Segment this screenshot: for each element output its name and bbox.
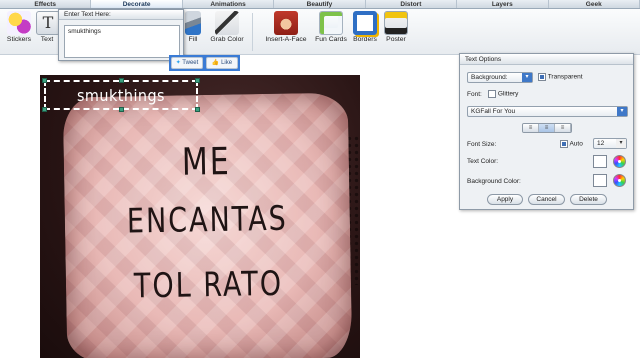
like-label: Like: [221, 60, 233, 66]
insert-a-face-tool[interactable]: Insert-A-Face: [263, 11, 309, 43]
fun-cards-label: Fun Cards: [315, 36, 347, 43]
glittery-checkbox[interactable]: [488, 90, 496, 98]
glittery-option[interactable]: Glittery: [488, 90, 518, 98]
background-select-value: Background:: [471, 74, 508, 81]
stickers-icon: [7, 11, 31, 35]
poster-label: Poster: [386, 36, 406, 43]
text-options-panel: Text Options Background: ▾ Transparent F…: [459, 53, 634, 210]
background-select[interactable]: Background: ▾: [467, 72, 533, 83]
text-icon: T: [36, 11, 60, 35]
paint-bucket-icon: [185, 11, 201, 35]
frame-border-icon: [353, 11, 377, 35]
eyedropper-icon: [215, 11, 239, 35]
font-select[interactable]: KGFall For You ▾: [467, 106, 628, 117]
tab-effects[interactable]: Effects: [0, 0, 92, 8]
transparent-checkbox[interactable]: [538, 73, 546, 81]
delete-button[interactable]: Delete: [570, 194, 607, 205]
overlay-text: smukthings: [76, 86, 166, 105]
auto-size-option[interactable]: Auto: [560, 140, 583, 148]
align-left-button[interactable]: ≡: [523, 124, 539, 132]
font-size-label: Font Size:: [467, 141, 497, 148]
tab-layers[interactable]: Layers: [457, 0, 549, 8]
resize-handle-top[interactable]: [119, 78, 124, 83]
chevron-down-icon: ▾: [616, 139, 626, 148]
like-button[interactable]: 👍 Like: [206, 57, 238, 69]
resize-handle-bottom[interactable]: [119, 107, 124, 112]
grab-color-label: Grab Color: [210, 36, 244, 43]
font-size-value: 12: [597, 140, 605, 147]
insert-a-face-label: Insert-A-Face: [265, 36, 307, 43]
photo-canvas[interactable]: ME ENCANTAS TOL RATO: [40, 75, 360, 358]
text-overlay-selection[interactable]: smukthings: [42, 78, 200, 112]
text-options-title: Text Options: [460, 54, 633, 65]
resize-handle-top-left[interactable]: [42, 78, 47, 83]
tab-animations[interactable]: Animations: [183, 0, 275, 8]
color-wheel-icon[interactable]: [613, 155, 626, 168]
alignment-buttons: ≡ ≡ ≡: [522, 123, 572, 133]
auto-size-checkbox[interactable]: [560, 140, 568, 148]
fun-cards-tool[interactable]: Fun Cards: [312, 11, 350, 43]
align-right-button[interactable]: ≡: [555, 124, 571, 132]
transparent-option[interactable]: Transparent: [538, 73, 583, 81]
poster-icon: [384, 11, 408, 35]
text-label: Text: [40, 36, 54, 43]
background-color-label: Background Color:: [467, 178, 521, 185]
tab-beautify[interactable]: Beautify: [274, 0, 366, 8]
chevron-down-icon: ▾: [522, 73, 532, 82]
apply-button[interactable]: Apply: [487, 194, 523, 205]
thumbs-up-icon: 👍: [211, 60, 220, 66]
resize-handle-bottom-left[interactable]: [42, 107, 47, 112]
font-select-value: KGFall For You: [471, 108, 516, 115]
text-color-swatch[interactable]: [593, 155, 607, 168]
color-wheel-icon[interactable]: [613, 174, 626, 187]
tab-geek[interactable]: Geek: [549, 0, 640, 8]
category-tab-bar: Effects Decorate Animations Beautify Dis…: [0, 0, 640, 9]
stickers-label: Stickers: [6, 36, 32, 43]
text-tool[interactable]: T Text: [36, 11, 60, 43]
card-icon: [319, 11, 343, 35]
background-color-swatch[interactable]: [593, 174, 607, 187]
text-entry-input[interactable]: smukthings: [64, 25, 180, 58]
pillow-text-line-2: ENCANTAS: [126, 199, 289, 242]
grab-color-tool[interactable]: Grab Color: [207, 11, 247, 43]
text-color-label: Text Color:: [467, 158, 499, 165]
font-label: Font:: [467, 91, 482, 98]
pillow-text-line-1: ME: [181, 140, 232, 185]
toolbar-divider: [252, 13, 253, 51]
auto-size-label: Auto: [569, 140, 583, 148]
pillow-text-line-3: TOL RATO: [133, 264, 284, 307]
borders-label: Borders: [353, 36, 377, 43]
chevron-down-icon: ▾: [617, 107, 627, 116]
resize-handle-bottom-right[interactable]: [195, 107, 200, 112]
tab-decorate[interactable]: Decorate: [91, 0, 183, 8]
transparent-label: Transparent: [547, 73, 583, 81]
cancel-button[interactable]: Cancel: [528, 194, 565, 205]
photo-editor-app: Effects Decorate Animations Beautify Dis…: [0, 0, 640, 358]
fill-tool[interactable]: Fill: [184, 11, 202, 43]
pillow-image: ME ENCANTAS TOL RATO: [62, 92, 353, 358]
borders-tool[interactable]: Borders: [351, 11, 379, 43]
poster-tool[interactable]: Poster: [383, 11, 409, 43]
twitter-bird-icon: ✦: [175, 60, 181, 66]
text-entry-popup: Enter Text Here: smukthings: [58, 9, 184, 61]
stickers-tool[interactable]: Stickers: [4, 11, 34, 43]
tab-distort[interactable]: Distort: [366, 0, 458, 8]
face-frame-icon: [274, 11, 298, 35]
glittery-label: Glittery: [497, 90, 519, 98]
fill-label: Fill: [188, 36, 198, 43]
tweet-label: Tweet: [182, 60, 199, 66]
align-center-button[interactable]: ≡: [539, 124, 555, 132]
tweet-button[interactable]: ✦ Tweet: [171, 57, 203, 69]
resize-handle-top-right[interactable]: [195, 78, 200, 83]
font-size-select[interactable]: 12 ▾: [593, 138, 627, 149]
social-share-bar: ✦ Tweet 👍 Like: [169, 55, 240, 71]
text-entry-title: Enter Text Here:: [59, 10, 183, 20]
